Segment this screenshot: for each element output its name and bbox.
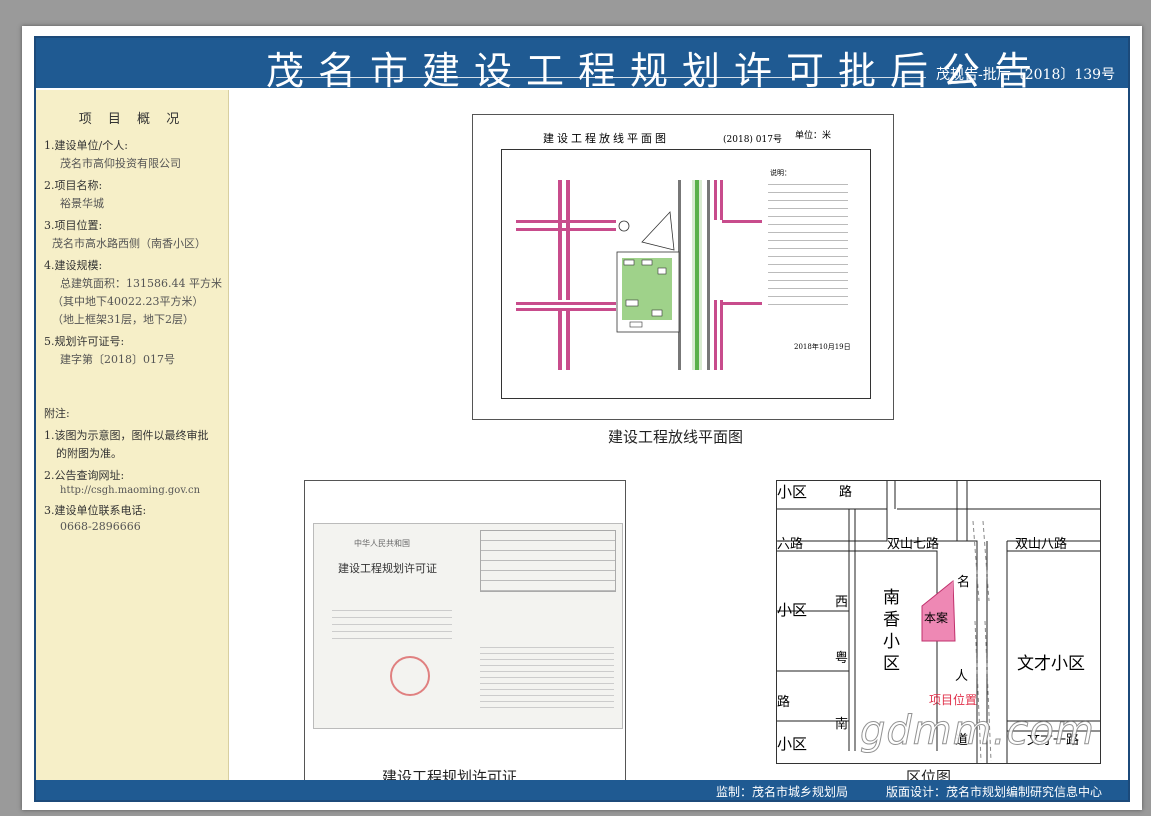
note-label: 1.该图为示意图，图件以最终审批 — [44, 429, 209, 442]
plan-notes-text — [768, 180, 848, 310]
map-label-lu-left: 路 — [777, 695, 791, 710]
sidebar-item-location: 3.项目位置: 茂名市高水路西侧（南香小区） — [36, 217, 228, 251]
plan-date: 2018年10月19日 — [794, 343, 851, 351]
note-label: 3.建设单位联系电话: — [44, 504, 147, 517]
sidebar-item-value: 总建筑面积：131586.44 平方米 — [60, 277, 222, 290]
map-label-benan: 本案 — [924, 611, 949, 625]
notes-section: 附注: 1.该图为示意图，图件以最终审批 的附图为准。 2.公告查询网址: ht… — [36, 405, 228, 533]
sidebar-item-value: 裕景华城 — [60, 197, 104, 210]
sidebar-item-label: 3.项目位置: — [44, 219, 103, 232]
permit-right-table — [480, 530, 616, 592]
note-phone: 0668-2896666 — [60, 520, 141, 533]
permit-doc-title: 建设工程规划许可证 — [338, 562, 437, 575]
note-url[interactable]: http://csgh.maoming.gov.cn — [60, 485, 228, 496]
permit-left-text — [332, 604, 452, 644]
notice-title: 茂名市建设工程规划许可批后公告 — [266, 49, 1047, 93]
sidebar-section-title: 项 目 概 况 — [78, 112, 186, 127]
sidebar-item-unit: 1.建设单位/个人: 茂名市高仰投资有限公司 — [36, 137, 228, 171]
map-label-nan: 南 — [835, 717, 849, 732]
map-label-xi: 西 — [835, 595, 849, 610]
sidebar-item-scale: 4.建设规模: 总建筑面积：131586.44 平方米 （其中地下40022.2… — [36, 257, 228, 327]
sidebar-item-label: 1.建设单位/个人: — [44, 139, 128, 152]
sidebar-item-value: 茂名市高仰投资有限公司 — [60, 157, 181, 170]
plan-number: (2018) 017号 — [723, 135, 782, 145]
map-label-yue: 粤 — [835, 651, 849, 666]
footer-bar: 监制：茂名市城乡规划局 版面设计：茂名市规划编制研究信息中心 — [36, 780, 1128, 800]
sidebar-item-label: 2.项目名称: — [44, 179, 103, 192]
document-number: 茂规告-批后〔2018〕139号 — [936, 67, 1116, 83]
permit-document: 中华人民共和国 建设工程规划许可证 — [313, 523, 623, 729]
sidebar-item-value: 茂名市高水路西侧（南香小区） — [52, 237, 206, 250]
map-label-ming: 名 — [957, 575, 971, 590]
permit-doc-header: 中华人民共和国 — [354, 539, 410, 548]
plan-unit: 单位：米 — [795, 131, 832, 141]
map-label-lu-top: 路 — [839, 485, 853, 500]
notice-sheet: 茂名市建设工程规划许可批后公告 茂规告-批后〔2018〕139号 项 目 概 况… — [22, 26, 1142, 810]
sidebar-item-value: 建字第〔2018〕017号 — [60, 353, 175, 366]
planning-permit-image: 中华人民共和国 建设工程规划许可证 — [304, 480, 626, 794]
notes-title: 附注: — [44, 407, 70, 420]
plan-title: 建设工程放线平面图 — [543, 132, 669, 145]
map-label-xiaoqu-top: 小区 — [777, 483, 808, 501]
note-value: 的附图为准。 — [56, 447, 122, 460]
sidebar-item-value: （其中地下40022.23平方米） — [52, 295, 204, 308]
plan-inner-frame: 说明： 2018年10月19日 — [501, 149, 871, 399]
map-label-project-location: 项目位置 — [929, 693, 978, 707]
sidebar-item-name: 2.项目名称: 裕景华城 — [36, 177, 228, 211]
official-seal — [390, 656, 430, 696]
plan-notes-head: 说明： — [770, 169, 791, 177]
sidebar-item-value: （地上框架31层，地下2层） — [52, 313, 194, 326]
notice-header: 茂名市建设工程规划许可批后公告 茂规告-批后〔2018〕139号 — [36, 38, 1128, 93]
map-label-shuangshan7: 双山七路 — [887, 537, 940, 552]
notice-frame: 茂名市建设工程规划许可批后公告 茂规告-批后〔2018〕139号 项 目 概 况… — [34, 36, 1130, 802]
title-underline — [276, 77, 926, 78]
footer-supervisor: 监制：茂名市城乡规划局 — [716, 785, 849, 799]
map-label-ren: 人 — [955, 669, 969, 684]
map-label-shuangshan8: 双山八路 — [1015, 537, 1068, 552]
sidebar-item-label: 5.规划许可证号: — [44, 335, 125, 348]
map-label-xiaoqu-bottom: 小区 — [777, 735, 808, 753]
site-watermark: gdmm.com — [860, 708, 1095, 755]
footer-design: 版面设计：茂名市规划编制研究信息中心 — [886, 785, 1103, 799]
note-label: 2.公告查询网址: — [44, 469, 125, 482]
map-label-xiaoqu-mid: 小区 — [777, 601, 808, 619]
sidebar-item-label: 4.建设规模: — [44, 259, 103, 272]
map-label-wencai: 文才小区 — [1017, 654, 1085, 674]
permit-right-notes — [480, 642, 614, 712]
plan-caption: 建设工程放线平面图 — [608, 428, 744, 446]
layout-plan-drawing: 建设工程放线平面图 (2018) 017号 单位：米 说明： 2018年10月1… — [472, 114, 894, 420]
project-overview-sidebar: 项 目 概 况 1.建设单位/个人: 茂名市高仰投资有限公司 2.项目名称: 裕… — [36, 90, 229, 780]
map-label-liulu: 六路 — [777, 537, 804, 552]
sidebar-item-permit-no: 5.规划许可证号: 建字第〔2018〕017号 — [36, 333, 228, 367]
map-label-nanxiang: 南香小区 — [883, 588, 900, 674]
